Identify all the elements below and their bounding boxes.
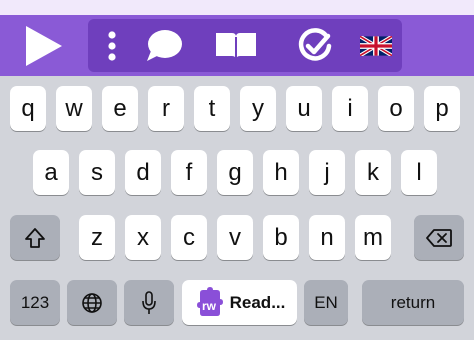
- read-write-logo-icon: rw: [196, 286, 223, 316]
- key-q[interactable]: q: [10, 86, 46, 131]
- play-icon: [26, 26, 62, 66]
- language-key[interactable]: EN: [304, 280, 348, 325]
- globe-icon: [82, 292, 102, 313]
- keyboard: q w e r t y u i o p a s d f g h j k l z …: [0, 76, 474, 340]
- keyboard-row-1: q w e r t y u i o p: [0, 86, 474, 131]
- key-b[interactable]: b: [263, 215, 299, 260]
- key-d[interactable]: d: [125, 150, 161, 195]
- key-t[interactable]: t: [194, 86, 230, 131]
- key-s[interactable]: s: [79, 150, 115, 195]
- more-button[interactable]: [100, 19, 124, 72]
- key-m[interactable]: m: [355, 215, 391, 260]
- key-k[interactable]: k: [355, 150, 391, 195]
- check-button[interactable]: [292, 19, 338, 72]
- key-j[interactable]: j: [309, 150, 345, 195]
- rw-logo-text: rw: [202, 299, 217, 313]
- key-g[interactable]: g: [217, 150, 253, 195]
- key-r[interactable]: r: [148, 86, 184, 131]
- numbers-key[interactable]: 123: [10, 280, 60, 325]
- microphone-icon: [142, 290, 156, 314]
- keyboard-row-2: a s d f g h j k l: [0, 150, 474, 195]
- key-o[interactable]: o: [378, 86, 414, 131]
- key-f[interactable]: f: [171, 150, 207, 195]
- backspace-icon: [426, 228, 452, 247]
- key-v[interactable]: v: [217, 215, 253, 260]
- uk-flag-icon: [360, 35, 392, 56]
- toolbar: [0, 15, 474, 76]
- key-l[interactable]: l: [401, 150, 437, 195]
- check-circle-icon: [298, 27, 332, 61]
- dictation-key[interactable]: [124, 280, 174, 325]
- key-p[interactable]: p: [424, 86, 460, 131]
- backspace-key[interactable]: [414, 215, 464, 260]
- return-key[interactable]: return: [362, 280, 464, 325]
- key-a[interactable]: a: [33, 150, 69, 195]
- dictionary-button[interactable]: [211, 19, 261, 72]
- tool-group: [88, 19, 402, 72]
- key-z[interactable]: z: [79, 215, 115, 260]
- key-c[interactable]: c: [171, 215, 207, 260]
- read-label: Read...: [229, 292, 286, 312]
- key-x[interactable]: x: [125, 215, 161, 260]
- key-h[interactable]: h: [263, 150, 299, 195]
- play-button[interactable]: [24, 26, 64, 66]
- shift-key[interactable]: [10, 215, 60, 260]
- language-button[interactable]: [356, 19, 396, 72]
- key-n[interactable]: n: [309, 215, 345, 260]
- globe-key[interactable]: [67, 280, 117, 325]
- keyboard-row-3: z x c v b n m: [0, 215, 474, 260]
- shift-icon: [25, 227, 45, 248]
- speech-bubble-icon: [147, 29, 182, 61]
- key-u[interactable]: u: [286, 86, 322, 131]
- more-vertical-icon: [108, 30, 116, 61]
- keyboard-row-4: 123 rw Read... EN return: [0, 280, 474, 325]
- key-y[interactable]: y: [240, 86, 276, 131]
- key-w[interactable]: w: [56, 86, 92, 131]
- read-write-key[interactable]: rw Read...: [182, 280, 297, 325]
- key-i[interactable]: i: [332, 86, 368, 131]
- speech-button[interactable]: [142, 19, 186, 72]
- open-book-icon: [216, 32, 256, 60]
- key-e[interactable]: e: [102, 86, 138, 131]
